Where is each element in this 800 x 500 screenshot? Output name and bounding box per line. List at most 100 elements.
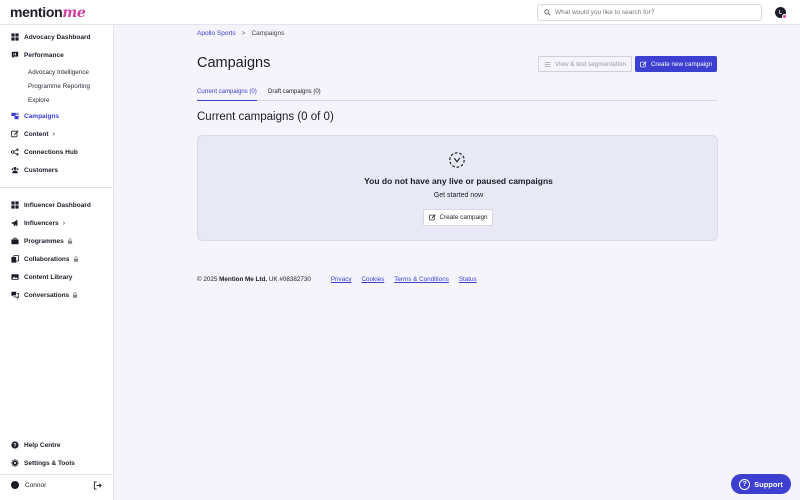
company-name: Mention Me Ltd. [219, 276, 268, 283]
sidebar-item-label: Customers [24, 166, 58, 174]
user-avatar-top[interactable]: L [775, 7, 787, 19]
lock-icon [67, 238, 73, 244]
chevron-right-icon: › [62, 219, 66, 227]
create-new-campaign-button[interactable]: Create new campaign [635, 56, 717, 72]
sidebar-subitem-explore[interactable]: Explore [28, 94, 49, 106]
sidebar-item-collaborations[interactable]: Collaborations [0, 252, 113, 266]
sidebar-item-customers[interactable]: Customers [0, 163, 113, 177]
breadcrumb-parent-link[interactable]: Apollo Sports [197, 30, 236, 37]
sidebar-item-label: Content Library [24, 273, 73, 281]
chevron-right-icon: › [52, 130, 55, 138]
megaphone-icon [11, 219, 19, 227]
page-title: Campaigns [197, 55, 271, 71]
breadcrumb-separator: > [241, 30, 246, 37]
empty-state-card: You do not have any live or paused campa… [197, 135, 718, 241]
top-bar: mentionme L [0, 0, 800, 25]
avatar [11, 481, 19, 489]
footer-link-cookies[interactable]: Cookies [362, 276, 385, 283]
sidebar-item-label: Advocacy Dashboard [24, 33, 91, 41]
svg-text:?: ? [13, 443, 16, 449]
breadcrumb-current: Campaigns [251, 30, 285, 37]
support-label: Support [754, 479, 783, 489]
sidebar-item-help-centre[interactable]: ? Help Centre [0, 438, 113, 452]
sidebar-user[interactable]: Connor [0, 476, 113, 494]
sidebar-item-label: Performance [24, 51, 64, 59]
sidebar-item-connections-hub[interactable]: Connections Hub [0, 145, 113, 159]
sidebar-item-content[interactable]: Content › [0, 127, 113, 141]
sidebar-item-content-library[interactable]: Content Library [0, 270, 113, 284]
view-segmentation-button[interactable]: View & test segmentation [538, 56, 632, 72]
chart-message-icon [11, 51, 19, 59]
create-campaign-label: Create campaign [439, 214, 488, 221]
campaigns-icon [11, 112, 19, 120]
footer: © 2025 Mention Me Ltd. UK #08382730 Priv… [197, 276, 477, 283]
tab-current-campaigns[interactable]: Current campaigns (0) [197, 89, 257, 101]
edit-icon [11, 130, 19, 138]
sidebar: Advocacy Dashboard Performance Advocacy … [0, 25, 114, 500]
chat-icon [11, 291, 19, 299]
sidebar-item-label: Influencers [24, 219, 59, 227]
sidebar-item-label: Programmes [24, 237, 64, 245]
sidebar-subitem-programme-reporting[interactable]: Programme Reporting [28, 80, 90, 92]
sidebar-item-label: Connections Hub [24, 148, 78, 156]
search-icon [544, 9, 551, 16]
support-button[interactable]: ? Support [731, 474, 791, 494]
connections-icon [11, 148, 19, 156]
sidebar-item-label: Conversations [24, 291, 70, 299]
sidebar-subitem-advocacy-intelligence[interactable]: Advocacy Intelligence [28, 66, 89, 78]
create-campaign-button[interactable]: Create campaign [423, 209, 493, 226]
footer-link-status[interactable]: Status [459, 276, 477, 283]
create-new-campaign-label: Create new campaign [650, 60, 713, 68]
sidebar-divider [0, 187, 113, 188]
user-name: Connor [25, 481, 47, 489]
mention-me-logo[interactable]: mentionme [10, 4, 86, 21]
grid-icon [11, 33, 19, 41]
sidebar-item-influencers[interactable]: Influencers › [0, 216, 113, 230]
sidebar-item-label: Content [24, 130, 49, 138]
sidebar-subitem-label: Programme Reporting [28, 82, 90, 90]
logo-accent-text: me [62, 5, 86, 21]
sidebar-item-influencer-dashboard[interactable]: Influencer Dashboard [0, 198, 113, 212]
sidebar-item-label: Campaigns [24, 112, 60, 120]
footer-link-privacy[interactable]: Privacy [331, 276, 352, 283]
image-library-icon [11, 273, 19, 281]
campaign-tabs: Current campaigns (0) Draft campaigns (0… [197, 86, 717, 101]
help-icon: ? [11, 441, 19, 449]
logout-icon[interactable] [93, 481, 102, 490]
help-circle-icon: ? [739, 478, 751, 490]
sidebar-divider [0, 474, 113, 475]
edit-icon [428, 214, 436, 221]
sidebar-item-programmes[interactable]: Programmes [0, 234, 113, 248]
sidebar-item-label: Collaborations [24, 255, 70, 263]
logo-text: mention [10, 4, 63, 20]
sidebar-item-conversations[interactable]: Conversations [0, 288, 113, 302]
footer-copyright: © 2025 Mention Me Ltd. UK #08382730 [197, 276, 311, 283]
lock-icon [73, 256, 79, 262]
search-box[interactable] [537, 4, 762, 21]
sidebar-item-advocacy-dashboard[interactable]: Advocacy Dashboard [0, 30, 113, 44]
sidebar-subitem-label: Explore [28, 96, 50, 104]
sidebar-item-label: Influencer Dashboard [24, 201, 91, 209]
empty-campaign-icon [449, 152, 465, 168]
copyright-text: © 2025 [197, 276, 218, 283]
empty-state-subtitle: Get started now [433, 192, 484, 199]
tab-draft-campaigns[interactable]: Draft campaigns (0) [268, 89, 321, 101]
sidebar-item-label: Settings & Tools [24, 459, 75, 467]
users-icon [11, 166, 19, 174]
footer-link-terms[interactable]: Terms & Conditions [394, 276, 449, 283]
edit-icon [639, 60, 647, 67]
search-input[interactable] [555, 9, 755, 16]
company-reg: UK #08382730 [268, 276, 311, 283]
sidebar-item-label: Help Centre [24, 441, 61, 449]
briefcase-icon [11, 237, 19, 245]
sidebar-item-campaigns[interactable]: Campaigns [0, 109, 113, 123]
sidebar-item-settings-tools[interactable]: Settings & Tools [0, 456, 113, 470]
notification-dot [782, 14, 787, 19]
lock-icon [72, 292, 78, 298]
collaborations-icon [11, 255, 19, 263]
sidebar-item-performance[interactable]: Performance [0, 48, 113, 62]
grid-icon [11, 201, 19, 209]
sidebar-subitem-label: Advocacy Intelligence [28, 68, 89, 76]
view-segmentation-label: View & test segmentation [555, 60, 626, 68]
gear-icon [11, 459, 19, 467]
